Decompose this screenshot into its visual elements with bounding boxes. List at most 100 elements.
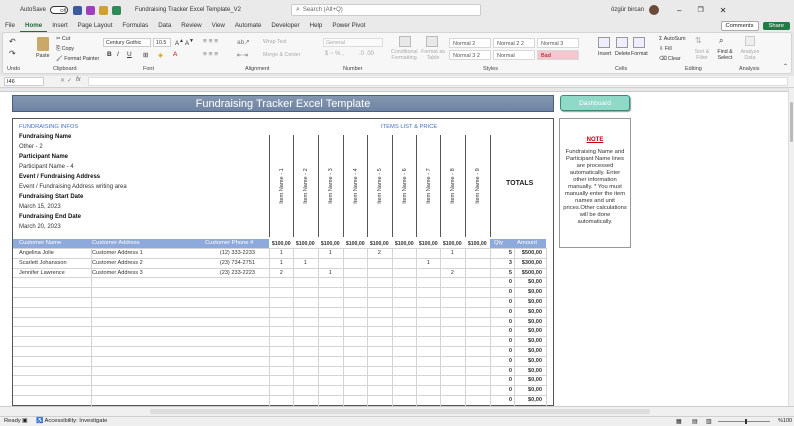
dashboard-button[interactable]: Dashboard [560,95,630,111]
page-layout-view-icon[interactable]: ▤ [692,418,698,425]
font-grow-icon[interactable]: A▲ [175,38,184,47]
customer-phone[interactable]: (23) 734-2751 [205,258,255,268]
tab-developer[interactable]: Developer [266,20,304,32]
customer-address[interactable]: Customer Address 2 [92,258,192,268]
item-qty-cell[interactable] [465,248,490,258]
horizontal-scrollbar[interactable] [150,409,650,414]
row-total-qty[interactable]: 5 [490,268,512,278]
merge-center-button[interactable]: Merge & Center [263,52,300,58]
vertical-scroll-thumb[interactable] [790,102,793,142]
row-total-amount[interactable]: $0,00 [514,385,542,395]
row-total-amount[interactable]: $0,00 [514,366,542,376]
row-total-amount[interactable]: $0,00 [514,375,542,385]
row-total-amount[interactable]: $0,00 [514,287,542,297]
avatar[interactable] [649,5,660,15]
insert-button[interactable]: Insert [598,51,611,57]
style-normal-2[interactable]: Normal 2 [449,38,491,48]
row-total-qty[interactable]: 0 [490,385,512,395]
row-total-qty[interactable]: 0 [490,356,512,366]
close-icon[interactable]: ✕ [720,6,727,15]
format-button[interactable]: Format [631,51,648,57]
item-qty-cell[interactable] [367,258,392,268]
tab-help[interactable]: Help [305,20,328,32]
customer-name[interactable]: Scarlett Johansson [19,258,91,268]
row-total-qty[interactable]: 0 [490,336,512,346]
formula-input[interactable] [88,77,788,86]
cut-button[interactable]: ✂ Cut [56,36,70,42]
row-total-amount[interactable]: $0,00 [514,336,542,346]
item-qty-cell[interactable]: 1 [318,268,343,278]
collapse-ribbon-icon[interactable]: ⌃ [783,63,788,70]
wrap-text-button[interactable]: Wrap Text [263,39,287,45]
form-icon[interactable] [86,5,96,15]
row-total-qty[interactable]: 0 [490,366,512,376]
item-qty-cell[interactable]: 1 [269,248,294,258]
item-qty-cell[interactable] [367,268,392,278]
item-qty-cell[interactable] [392,248,417,258]
row-total-amount[interactable]: $500,00 [514,268,542,278]
font-shrink-icon[interactable]: A▼ [185,38,194,47]
tab-view[interactable]: View [207,20,230,32]
camera-icon[interactable] [99,5,109,15]
item-qty-cell[interactable]: 1 [416,258,441,268]
item-qty-cell[interactable] [465,268,490,278]
item-qty-cell[interactable] [343,258,368,268]
item-qty-cell[interactable] [293,248,318,258]
conditional-formatting-button[interactable]: Conditional Formatting [391,49,418,61]
row-total-qty[interactable]: 0 [490,317,512,327]
row-total-amount[interactable]: $0,00 [514,326,542,336]
font-size-select[interactable]: 10.5 [153,38,171,47]
file-name[interactable]: Fundraising Tracker Excel Template_V2 [135,7,241,13]
row-total-qty[interactable]: 0 [490,287,512,297]
field-value-participant-name[interactable]: Participant Name - 4 [19,164,74,170]
find-select-button[interactable]: Find & Select [714,49,736,61]
row-total-amount[interactable]: $0,00 [514,395,542,405]
row-total-amount[interactable]: $0,00 [514,307,542,317]
borders-icon[interactable]: ⊞ [143,51,148,59]
indent-icon[interactable]: ⇤⇥ [237,51,248,59]
save-icon[interactable] [73,5,83,15]
item-qty-cell[interactable] [293,268,318,278]
tab-formulas[interactable]: Formulas [117,20,153,32]
enter-icon[interactable]: ✓ [67,77,72,84]
field-value-fundraising-name[interactable]: Other - 2 [19,144,43,150]
sort-filter-button[interactable]: Sort & Filter [691,49,713,61]
row-total-amount[interactable]: $0,00 [514,297,542,307]
italic-icon[interactable]: I [117,51,119,58]
vertical-scrollbar[interactable] [788,88,794,406]
item-qty-cell[interactable]: 2 [440,268,465,278]
item-qty-cell[interactable] [392,268,417,278]
decimal-icon[interactable]: .0 .00 [359,51,374,57]
insert-icon[interactable] [598,37,610,48]
item-qty-cell[interactable] [392,258,417,268]
tab-power-pivot[interactable]: Power Pivot [327,20,370,32]
search-box[interactable]: ⌕ Search (Alt+Q) [290,4,481,16]
zoom-level[interactable]: %100 [778,418,792,424]
comments-button[interactable]: Comments [720,21,759,31]
tab-insert[interactable]: Insert [47,20,72,32]
row-total-qty[interactable]: 0 [490,307,512,317]
row-total-qty[interactable]: 0 [490,326,512,336]
row-total-qty[interactable]: 0 [490,297,512,307]
normal-view-icon[interactable]: ▦ [676,418,682,425]
autosave-toggle[interactable]: Off [50,6,69,14]
field-value-end-date[interactable]: March 20, 2023 [19,224,61,230]
row-total-amount[interactable]: $0,00 [514,346,542,356]
customer-name[interactable]: Jennifer Lawrence [19,268,91,278]
row-total-amount[interactable]: $0,00 [514,356,542,366]
row-total-qty[interactable]: 5 [490,248,512,258]
item-qty-cell[interactable]: 1 [293,258,318,268]
redo-icon[interactable]: ↷ [9,49,16,58]
fill-color-icon[interactable]: ◈ [158,51,163,59]
format-table-icon[interactable] [426,36,438,47]
item-qty-cell[interactable]: 2 [367,248,392,258]
item-qty-cell[interactable] [465,258,490,268]
tab-automate[interactable]: Automate [230,20,266,32]
restore-icon[interactable]: ❐ [697,6,703,14]
tab-home[interactable]: Home [19,20,48,32]
font-color-icon[interactable]: A [173,51,177,58]
name-box[interactable]: I46 [4,77,44,86]
format-painter-button[interactable]: 🖌 Format Painter [56,56,99,62]
item-qty-cell[interactable] [343,268,368,278]
row-total-qty[interactable]: 0 [490,346,512,356]
